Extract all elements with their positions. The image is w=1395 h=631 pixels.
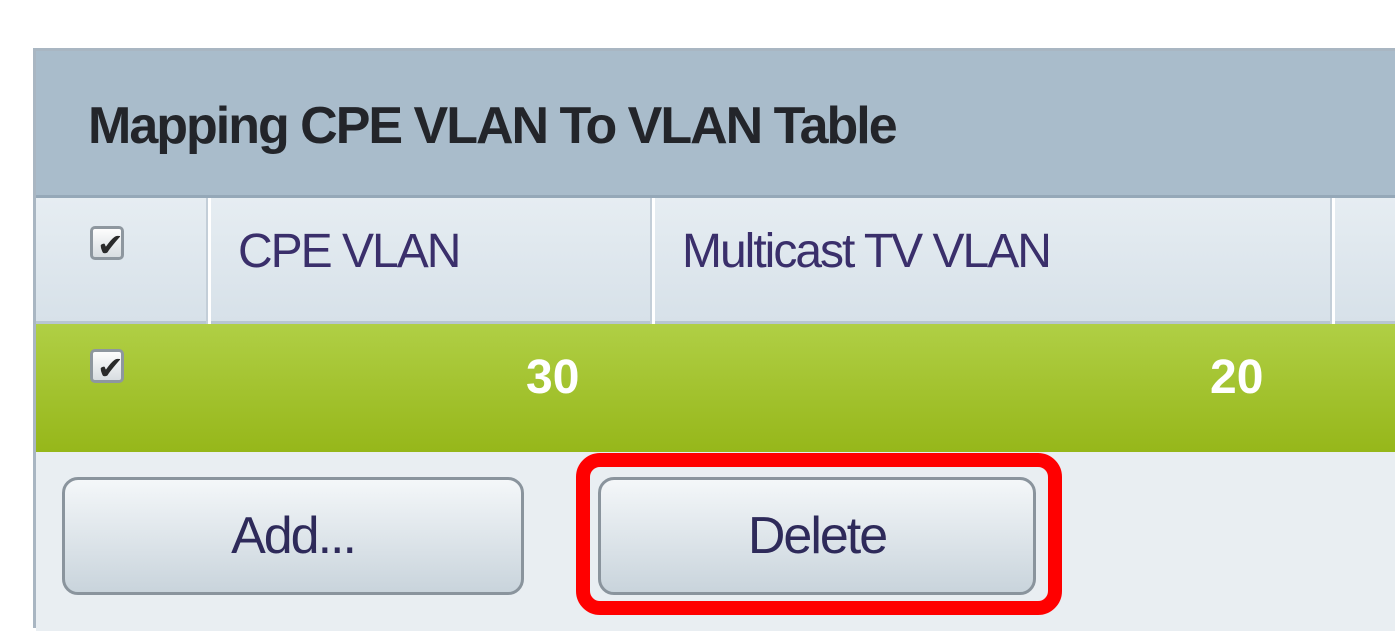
row-select-checkbox[interactable]: ✔ xyxy=(90,349,124,386)
checkmark-icon: ✔ xyxy=(97,227,124,263)
column-header-cpe-vlan: CPE VLAN xyxy=(238,225,461,278)
cpe-vlan-cell: 30 xyxy=(526,351,580,404)
multicast-tv-vlan-cell: 20 xyxy=(1210,351,1264,404)
add-button[interactable]: Add... xyxy=(62,477,524,595)
column-divider xyxy=(1330,198,1335,324)
select-all-checkbox[interactable]: ✔ xyxy=(90,226,124,263)
column-divider xyxy=(206,198,211,324)
page: Mapping CPE VLAN To VLAN Table ✔ CPE VLA… xyxy=(0,0,1395,631)
column-divider xyxy=(650,198,655,324)
checkmark-icon: ✔ xyxy=(97,350,124,386)
table-row[interactable] xyxy=(36,324,1395,452)
column-header-multicast-tv-vlan: Multicast TV VLAN xyxy=(682,225,1052,278)
delete-button[interactable]: Delete xyxy=(598,477,1036,595)
table-title: Mapping CPE VLAN To VLAN Table xyxy=(88,97,898,155)
